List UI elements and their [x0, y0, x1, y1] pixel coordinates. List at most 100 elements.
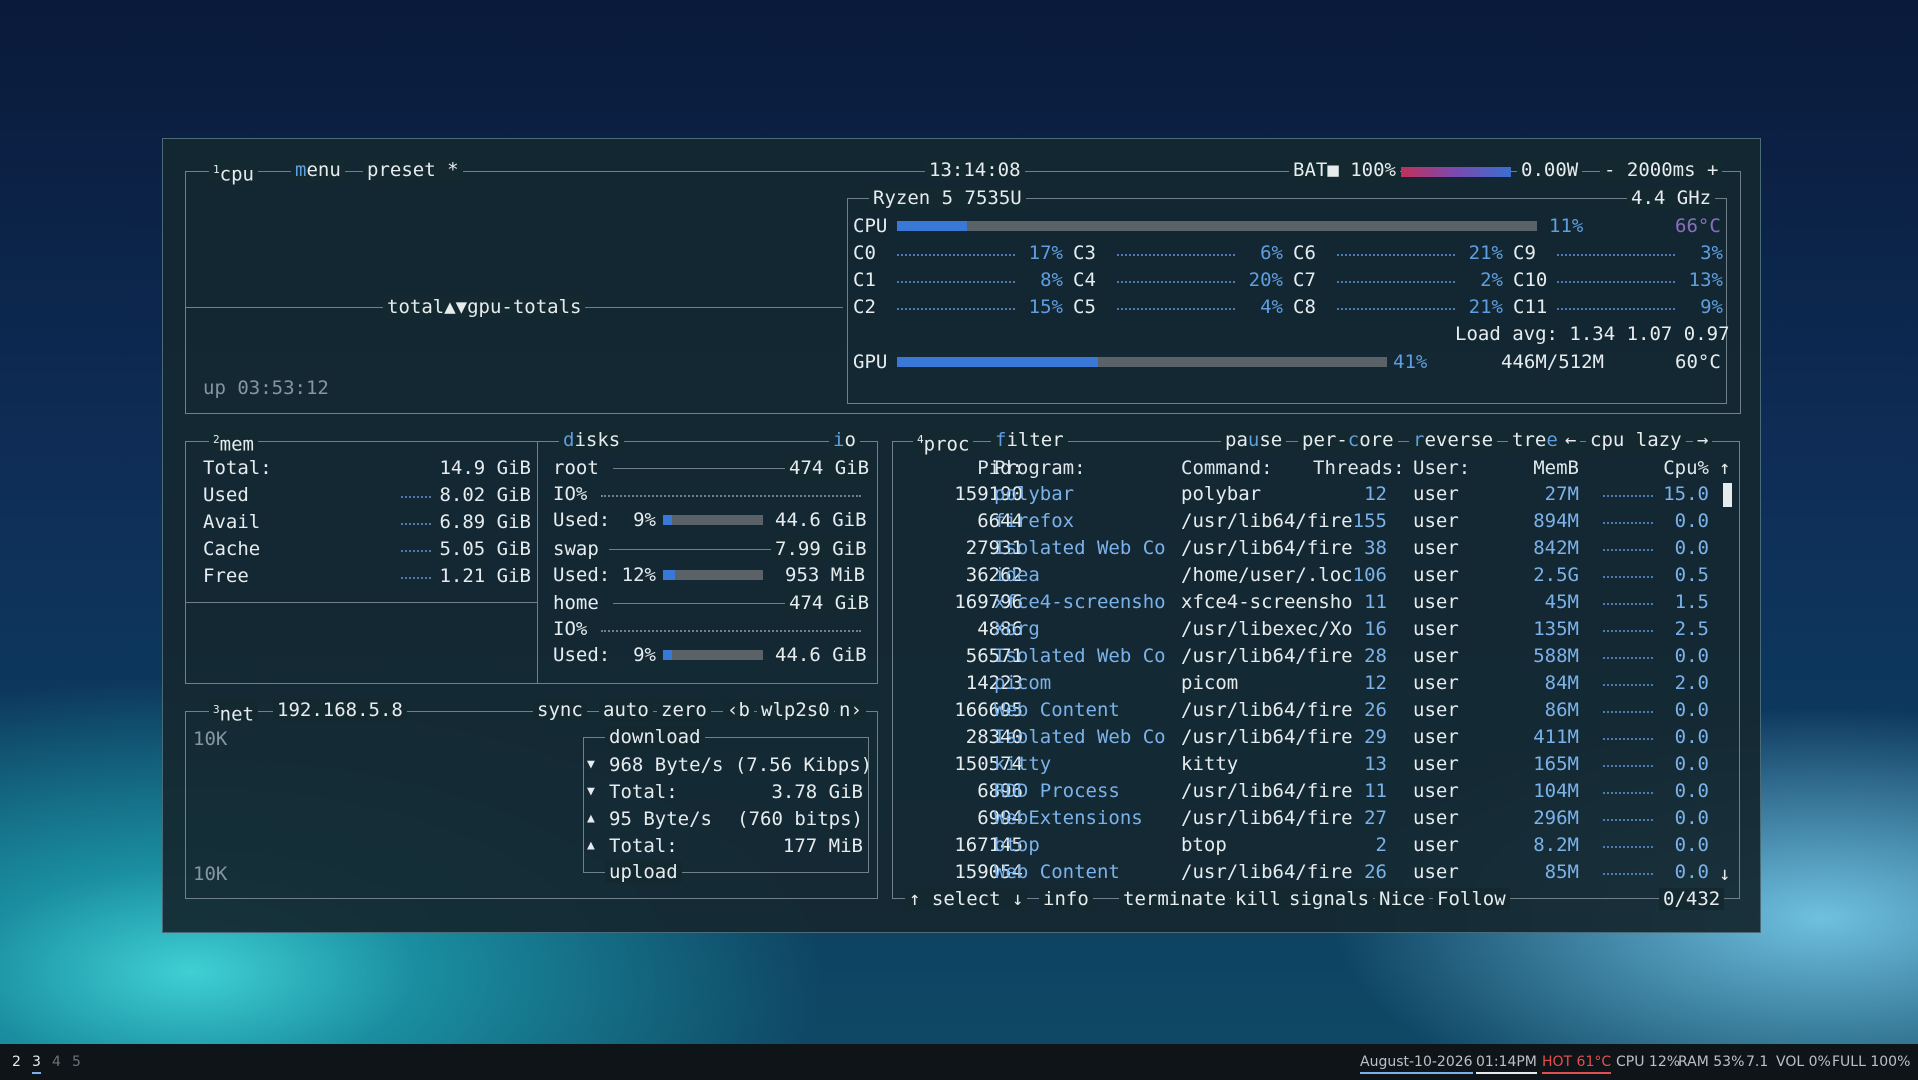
scroll-up-icon[interactable]: ↑	[1719, 455, 1730, 481]
proc-percore-toggle[interactable]: per-core	[1298, 429, 1398, 451]
signals-button[interactable]: signals	[1285, 888, 1374, 910]
disk-root-io-label: IO%	[553, 483, 588, 505]
memory: 135M	[1533, 618, 1579, 640]
update-interval[interactable]: - 2000ms +	[1600, 159, 1723, 181]
proc-tree-toggle[interactable]: tree	[1508, 429, 1562, 451]
core-label: C7	[1293, 269, 1316, 291]
follow-button[interactable]: Follow	[1433, 888, 1510, 910]
proc-reverse-toggle[interactable]: reverse	[1409, 429, 1498, 451]
header-user[interactable]: User:	[1413, 455, 1470, 481]
sort-next-button[interactable]: →	[1693, 429, 1713, 451]
power-draw: 0.00W	[1517, 159, 1583, 181]
program: btop	[994, 834, 1040, 856]
battery-status: BAT■ 100%	[1289, 159, 1400, 181]
cpu-percent: 0.0	[1674, 780, 1709, 802]
net-sync-toggle[interactable]: sync	[533, 699, 587, 721]
net-box-title[interactable]: 3net	[209, 699, 258, 725]
swap-divider	[609, 549, 789, 550]
disks-box-title[interactable]: disks	[559, 429, 625, 451]
program: picom	[994, 672, 1052, 694]
net-ip: 192.168.5.8	[273, 699, 407, 721]
io-toggle[interactable]: io	[829, 429, 860, 451]
core-graph	[1117, 252, 1235, 256]
proc-pause-toggle[interactable]: pause	[1221, 429, 1287, 451]
cpu-percent: 0.0	[1674, 834, 1709, 856]
scroll-down-icon[interactable]: ↓	[1719, 861, 1730, 887]
proc-box-title[interactable]: 4proc	[913, 429, 974, 455]
memory: 45M	[1544, 591, 1579, 613]
core-label: C0	[853, 242, 876, 264]
cpu-graph	[1603, 574, 1653, 578]
sort-mode[interactable]: cpu lazy	[1586, 429, 1686, 451]
btop-window: 1cpu menu preset * 13:14:08 BAT■ 100% 0.…	[162, 138, 1761, 933]
cpu-box-title[interactable]: 1cpu	[209, 159, 258, 185]
proc-filter[interactable]: filter	[991, 429, 1068, 451]
sort-prev-button[interactable]: ←	[1561, 429, 1581, 451]
program: Isolated Web Co	[994, 726, 1166, 748]
header-program[interactable]: Program:	[994, 455, 1086, 481]
cpu-percent: 0.0	[1674, 699, 1709, 721]
core-graph	[897, 279, 1015, 283]
memory: 2.5G	[1533, 564, 1579, 586]
header-command[interactable]: Command:	[1181, 455, 1273, 481]
core-graph	[1337, 252, 1455, 256]
swap-size: 7.99 GiB	[771, 536, 867, 562]
kill-button[interactable]: kill	[1231, 888, 1285, 910]
memory: 588M	[1533, 645, 1579, 667]
cpu-graph	[1603, 493, 1653, 497]
workspace-button[interactable]: 3	[32, 1054, 41, 1074]
workspace-button[interactable]: 2	[12, 1054, 21, 1070]
nice-button[interactable]: Nice	[1375, 888, 1429, 910]
disk-root-size: 474 GiB	[785, 455, 870, 481]
taskbar-volume[interactable]: VOL 0%	[1776, 1054, 1831, 1070]
scrollbar-thumb[interactable]	[1723, 483, 1732, 507]
preset-button[interactable]: preset *	[363, 159, 463, 181]
memory: 27M	[1544, 483, 1579, 505]
core-percent: 21%	[1468, 242, 1503, 264]
net-row-label: Total:	[609, 835, 678, 857]
graph-totals-label[interactable]: total▲▼gpu-totals	[383, 296, 586, 318]
cpu-graph	[1603, 655, 1653, 659]
user: user	[1413, 564, 1459, 586]
header-threads[interactable]: Threads:	[1313, 455, 1405, 481]
program: Isolated Web Co	[994, 645, 1166, 667]
workspace-button[interactable]: 4	[52, 1054, 61, 1070]
cpu-percent: 0.0	[1674, 726, 1709, 748]
info-button[interactable]: info	[1039, 888, 1093, 910]
terminate-button[interactable]: terminate	[1119, 888, 1230, 910]
user: user	[1413, 483, 1459, 505]
mem-box-title[interactable]: 2mem	[209, 429, 258, 455]
user: user	[1413, 591, 1459, 613]
net-auto-toggle[interactable]: auto	[599, 699, 653, 721]
user: user	[1413, 672, 1459, 694]
cpu-percent: 0.0	[1674, 861, 1709, 883]
user: user	[1413, 861, 1459, 883]
header-mem[interactable]: MemB	[1483, 455, 1579, 481]
workspace-button[interactable]: 5	[72, 1054, 81, 1070]
select-control[interactable]: ↑ select ↓	[905, 888, 1028, 910]
disk-root-bar-fill	[663, 515, 672, 525]
user: user	[1413, 780, 1459, 802]
command: btop	[1181, 834, 1227, 856]
threads: 16	[1364, 618, 1387, 640]
command: kitty	[1181, 753, 1239, 775]
memory: 894M	[1533, 510, 1579, 532]
net-next-iface[interactable]: n›	[835, 699, 866, 721]
memory: 104M	[1533, 780, 1579, 802]
header-cpu[interactable]: Cpu%	[1653, 455, 1709, 481]
core-graph	[1557, 252, 1675, 256]
user: user	[1413, 618, 1459, 640]
cpu-percent: 1.5	[1674, 591, 1709, 613]
memory: 165M	[1533, 753, 1579, 775]
menu-button[interactable]: menu	[291, 159, 345, 181]
net-row-icon: ▲	[587, 838, 595, 853]
core-percent: 3%	[1700, 242, 1723, 264]
disk-home-name: home	[553, 592, 599, 614]
net-zero-toggle[interactable]: zero	[657, 699, 711, 721]
cpu-total-bar	[897, 221, 1537, 231]
net-scale-bottom: 10K	[193, 863, 228, 885]
mem-row-value: 8.02 GiB	[439, 484, 531, 506]
net-prev-iface[interactable]: ‹b	[723, 699, 754, 721]
core-label: C11	[1513, 296, 1548, 318]
swap-bar	[663, 570, 763, 580]
